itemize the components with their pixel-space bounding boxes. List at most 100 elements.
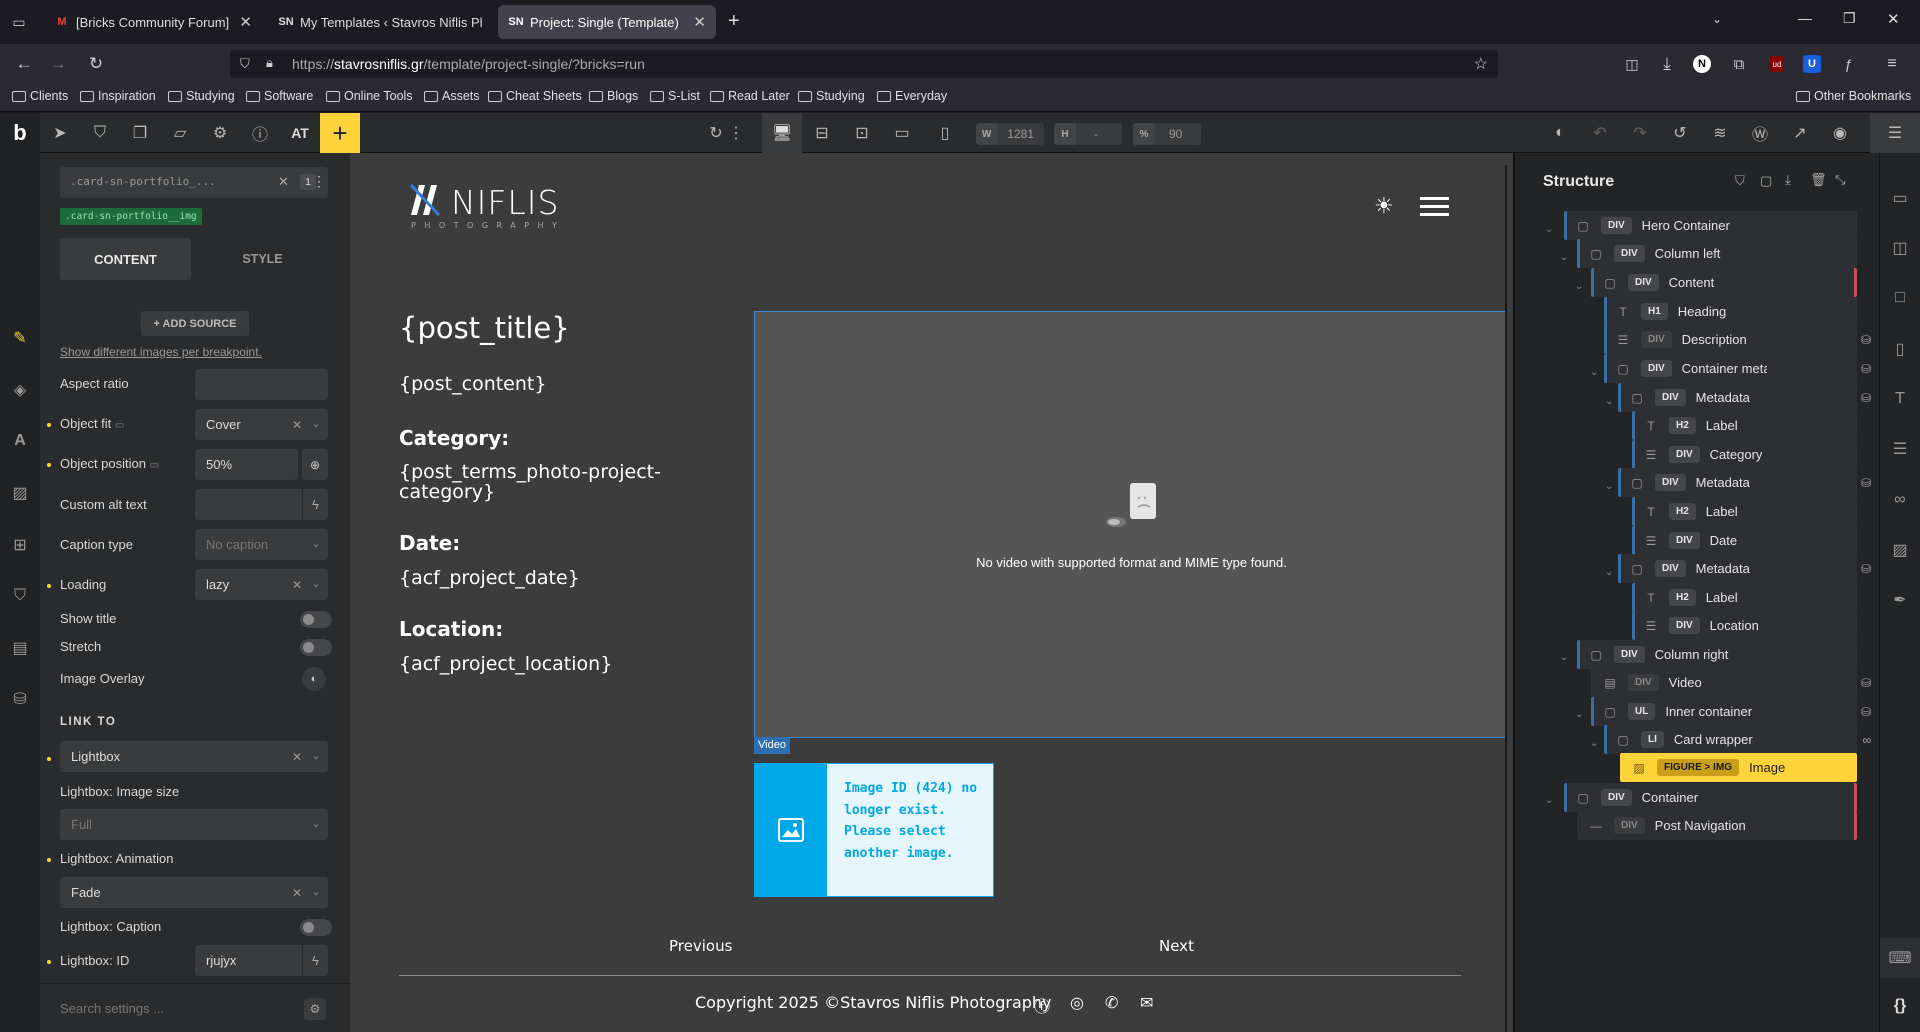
at-framework-button[interactable]: AT (280, 113, 320, 153)
clear-icon[interactable]: ✕ (292, 886, 302, 900)
bookmark-star-icon[interactable]: ☆ (1474, 54, 1488, 74)
tab-project-single[interactable]: SN Project: Single (Template) ✕ (498, 5, 716, 39)
container-icon[interactable]: ◫ (1880, 228, 1920, 268)
lock-icon[interactable]: 🔒︎ (266, 55, 273, 71)
bookmark-folder[interactable]: Read Later (710, 89, 790, 103)
structure-node-image-selected[interactable]: ▨ FIGURE > IMG Image (1620, 753, 1857, 782)
wordpress-icon[interactable]: Ⓦ (1740, 113, 1780, 153)
bookmark-folder[interactable]: Clients (12, 89, 68, 103)
chevron-down-icon[interactable]: ⌄ (1560, 652, 1568, 663)
category-label[interactable]: Category: (399, 426, 509, 450)
gear-icon[interactable]: ⚙ (304, 998, 326, 1020)
structure-node-category[interactable]: ☰ DIV Category (1632, 440, 1857, 469)
redo-icon[interactable]: ↷ (1620, 113, 1660, 153)
code-braces-icon[interactable]: {} (1880, 986, 1920, 1026)
chevron-down-icon[interactable]: ⌄ (1605, 567, 1613, 578)
sun-icon[interactable]: ☀ (1374, 193, 1394, 219)
structure-node-video[interactable]: ▤ DIV Video ⛁ (1591, 668, 1871, 697)
structure-node-location[interactable]: ☰ DIV Location (1632, 611, 1857, 640)
heading-icon[interactable]: T (1880, 379, 1920, 419)
object-position-input[interactable]: 50% (195, 449, 298, 480)
structure-node-column-right[interactable]: ▢ DIV Column right (1577, 640, 1857, 669)
lightbox-size-select[interactable]: Full ⌄ (60, 809, 328, 840)
structure-node-card-wrapper[interactable]: ▢ LI Card wrapper ∞ (1604, 725, 1871, 754)
dynamic-data-icon[interactable]: ϟ (302, 489, 328, 520)
tab-content[interactable]: CONTENT (60, 238, 191, 280)
bitwarden-icon[interactable]: U (1803, 55, 1821, 73)
lightbox-caption-toggle[interactable] (300, 919, 332, 936)
minimize-icon[interactable]: — (1798, 10, 1812, 26)
close-icon[interactable]: ✕ (239, 13, 252, 31)
structure-node-label[interactable]: T H2 Label (1632, 583, 1857, 612)
structure-node-container[interactable]: ▢ DIV Container (1564, 783, 1857, 812)
date-label[interactable]: Date: (399, 531, 460, 555)
collapse-icon[interactable]: ⤡ (1835, 172, 1845, 188)
mobile-icon[interactable]: ▯ (925, 113, 965, 153)
location-label[interactable]: Location: (399, 617, 503, 641)
add-source-button[interactable]: + ADD SOURCE (141, 311, 249, 336)
history-icon[interactable]: ↺ (1660, 113, 1700, 153)
forward-icon[interactable]: → (46, 52, 70, 76)
chevron-down-icon[interactable]: ⌄ (1605, 396, 1613, 407)
structure-node-metadata[interactable]: ▢ DIV Metadata ⛁ (1618, 468, 1871, 497)
dynamic-data-icon[interactable]: ϟ (302, 945, 328, 976)
hamburger-menu-icon[interactable] (1420, 197, 1449, 216)
structure-node-container-meta[interactable]: ▢ DIV Container meta ⛁ (1604, 354, 1871, 383)
menu-icon[interactable]: ≡ (1880, 52, 1904, 76)
tablet-portrait-icon[interactable]: ▭ (882, 113, 922, 153)
phone-icon[interactable]: ✆ (1105, 993, 1118, 1013)
tab-gmail[interactable]: M [Bricks Community Forum] [Bug] ✕ (44, 5, 262, 39)
formula-icon[interactable]: ƒ (1836, 52, 1860, 76)
clear-icon[interactable]: ✕ (292, 418, 302, 432)
add-element-button[interactable]: + (320, 113, 360, 153)
video-element[interactable]: No video with supported format and MIME … (754, 311, 1507, 738)
bookmark-folder[interactable]: S-List (650, 89, 700, 103)
text-icon[interactable]: ☰ (1880, 429, 1920, 469)
chevron-down-icon[interactable]: ⌄ (1590, 738, 1598, 749)
trash-icon[interactable]: 🗑︎ (1810, 172, 1827, 188)
structure-node-metadata[interactable]: ▢ DIV Metadata ⛁ (1618, 383, 1871, 412)
section-icon[interactable]: ▭ (1880, 178, 1920, 218)
bookmark-folder[interactable]: Blogs (589, 89, 638, 103)
preview-eye-icon[interactable]: ◉ (1820, 113, 1860, 153)
download-icon[interactable]: ⤓ (1655, 52, 1679, 76)
date-value[interactable]: {acf_project_date} (399, 567, 580, 589)
breakpoint-images-link[interactable]: Show different images per breakpoint. (60, 345, 262, 359)
link-icon[interactable]: ∞ (1880, 480, 1920, 520)
pocket-icon[interactable]: ◫ (1620, 52, 1644, 76)
loading-select[interactable]: lazy ✕ ⌄ (195, 569, 328, 600)
shield-icon[interactable]: ⛉ (240, 56, 250, 72)
image-placeholder[interactable]: Image ID (424) no longer exist. Please s… (754, 763, 994, 897)
bookmark-folder[interactable]: Assets (424, 89, 480, 103)
restore-icon[interactable]: ❐ (1843, 10, 1856, 27)
tab-my-templates[interactable]: SN My Templates ‹ Stavros Niflis Ph (268, 5, 492, 39)
mail-icon[interactable]: ✉ (1140, 993, 1153, 1013)
block-icon[interactable]: □ (1880, 278, 1920, 318)
previous-link[interactable]: Previous (669, 937, 732, 955)
structure-panel-icon[interactable]: ☰ (1870, 113, 1920, 153)
bookmark-folder[interactable]: Software (246, 89, 313, 103)
external-link-icon[interactable]: ↗ (1780, 113, 1820, 153)
ublock-icon[interactable]: ud (1770, 56, 1784, 72)
css-icon[interactable]: ⛉ (0, 576, 40, 616)
settings-icon[interactable]: ⚙ (200, 113, 240, 153)
help-icon[interactable]: ⓘ (240, 113, 280, 153)
structure-node-column-left[interactable]: ▢ DIV Column left (1577, 239, 1857, 268)
clipboard-icon[interactable]: ▢ (1760, 173, 1772, 189)
instagram-icon[interactable]: ◎ (1070, 993, 1084, 1013)
clear-icon[interactable]: ✕ (278, 174, 289, 190)
lightbox-animation-select[interactable]: Fade ✕ ⌄ (60, 877, 328, 908)
color-drop-icon[interactable]: ◐ (302, 667, 326, 691)
structure-node-label[interactable]: T H2 Label (1632, 497, 1857, 526)
back-icon[interactable]: ← (12, 52, 36, 76)
chevron-down-icon[interactable]: ⌄ (1545, 795, 1553, 806)
bookmark-folder[interactable]: Inspiration (80, 89, 156, 103)
height-input[interactable]: H- (1054, 123, 1122, 145)
width-input[interactable]: W 1281 (976, 123, 1044, 145)
laptop-breakpoint-icon[interactable]: ⊟ (802, 113, 842, 153)
close-window-icon[interactable]: ✕ (1887, 10, 1900, 28)
chevron-down-icon[interactable]: ⌄ (1605, 481, 1613, 492)
clear-icon[interactable]: ✕ (292, 750, 302, 764)
desktop-breakpoint-icon[interactable]: 🖥︎ (762, 113, 802, 153)
crosshair-icon[interactable]: ⊕ (302, 449, 328, 480)
